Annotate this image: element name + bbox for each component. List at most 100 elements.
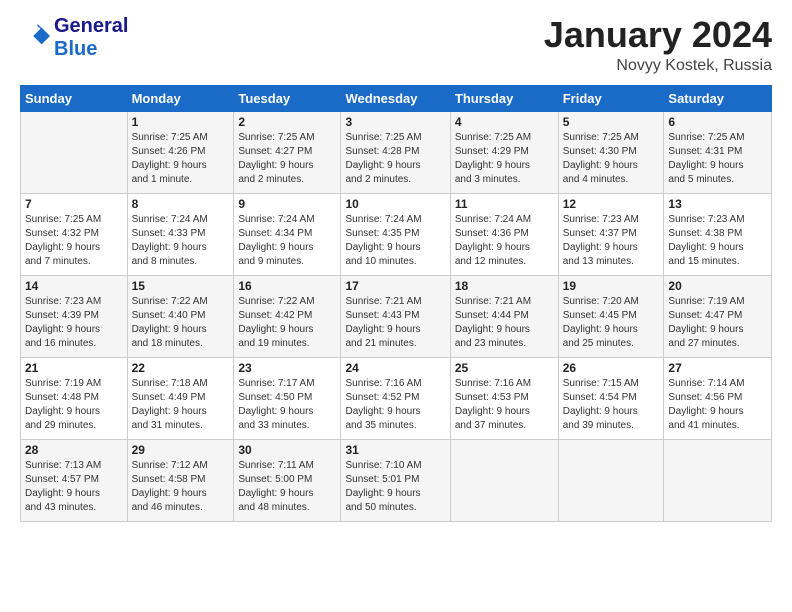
day-cell: 24 Sunrise: 7:16 AM Sunset: 4:52 PM Dayli… — [341, 357, 450, 439]
day-cell: 17 Sunrise: 7:21 AM Sunset: 4:43 PM Dayli… — [341, 275, 450, 357]
day-cell: 29Sunrise: 7:12 AM Sunset: 4:58 PM Dayli… — [127, 439, 234, 521]
day-cell: 31Sunrise: 7:10 AM Sunset: 5:01 PM Dayli… — [341, 439, 450, 521]
day-detail: Sunrise: 7:15 AM Sunset: 4:54 PM Dayligh… — [563, 377, 660, 433]
day-detail: Sunrise: 7:21 AM Sunset: 4:44 PM Dayligh… — [455, 295, 554, 351]
day-detail: Sunrise: 7:14 AM Sunset: 4:56 PM Dayligh… — [668, 377, 767, 433]
title-block: January 2024 Novyy Kostek, Russia — [544, 15, 772, 75]
day-number: 6 — [668, 115, 767, 129]
day-number: 11 — [455, 197, 554, 211]
day-cell: 12 Sunrise: 7:23 AM Sunset: 4:37 PM Dayli… — [558, 193, 664, 275]
day-detail: Sunrise: 7:25 AM Sunset: 4:29 PM Dayligh… — [455, 131, 554, 187]
day-cell: 8 Sunrise: 7:24 AM Sunset: 4:33 PM Daylig… — [127, 193, 234, 275]
header: General Blue January 2024 Novyy Kostek, … — [20, 15, 772, 75]
day-cell: 26 Sunrise: 7:15 AM Sunset: 4:54 PM Dayli… — [558, 357, 664, 439]
day-cell: 27 Sunrise: 7:14 AM Sunset: 4:56 PM Dayli… — [664, 357, 772, 439]
day-cell: 16 Sunrise: 7:22 AM Sunset: 4:42 PM Dayli… — [234, 275, 341, 357]
day-cell: 23 Sunrise: 7:17 AM Sunset: 4:50 PM Dayli… — [234, 357, 341, 439]
day-detail: Sunrise: 7:21 AM Sunset: 4:43 PM Dayligh… — [345, 295, 445, 351]
day-number: 8 — [132, 197, 230, 211]
day-cell: 13 Sunrise: 7:23 AM Sunset: 4:38 PM Dayli… — [664, 193, 772, 275]
col-saturday: Saturday — [664, 85, 772, 111]
day-number: 15 — [132, 279, 230, 293]
day-detail: Sunrise: 7:11 AM Sunset: 5:00 PM Dayligh… — [238, 459, 336, 515]
col-sunday: Sunday — [21, 85, 128, 111]
day-detail: Sunrise: 7:19 AM Sunset: 4:48 PM Dayligh… — [25, 377, 123, 433]
day-number: 13 — [668, 197, 767, 211]
day-cell: 2 Sunrise: 7:25 AM Sunset: 4:27 PM Daylig… — [234, 111, 341, 193]
day-number: 21 — [25, 361, 123, 375]
day-number: 20 — [668, 279, 767, 293]
col-friday: Friday — [558, 85, 664, 111]
logo-blue: Blue — [54, 38, 128, 61]
day-number: 23 — [238, 361, 336, 375]
day-cell: 9 Sunrise: 7:24 AM Sunset: 4:34 PM Daylig… — [234, 193, 341, 275]
day-cell: 5 Sunrise: 7:25 AM Sunset: 4:30 PM Daylig… — [558, 111, 664, 193]
day-number: 30 — [238, 443, 336, 457]
day-number: 31 — [345, 443, 445, 457]
week-row-2: 14Sunrise: 7:23 AM Sunset: 4:39 PM Dayli… — [21, 275, 772, 357]
day-detail: Sunrise: 7:22 AM Sunset: 4:42 PM Dayligh… — [238, 295, 336, 351]
day-number: 5 — [563, 115, 660, 129]
day-number: 7 — [25, 197, 123, 211]
day-cell — [664, 439, 772, 521]
day-cell: 18 Sunrise: 7:21 AM Sunset: 4:44 PM Dayli… — [450, 275, 558, 357]
day-cell: 22 Sunrise: 7:18 AM Sunset: 4:49 PM Dayli… — [127, 357, 234, 439]
calendar-table: Sunday Monday Tuesday Wednesday Thursday… — [20, 85, 772, 522]
day-detail: Sunrise: 7:25 AM Sunset: 4:31 PM Dayligh… — [668, 131, 767, 187]
col-monday: Monday — [127, 85, 234, 111]
day-number: 9 — [238, 197, 336, 211]
day-detail: Sunrise: 7:24 AM Sunset: 4:35 PM Dayligh… — [345, 213, 445, 269]
day-cell: 3Sunrise: 7:25 AM Sunset: 4:28 PM Daylig… — [341, 111, 450, 193]
day-cell: 28 Sunrise: 7:13 AM Sunset: 4:57 PM Dayli… — [21, 439, 128, 521]
day-cell: 11Sunrise: 7:24 AM Sunset: 4:36 PM Dayli… — [450, 193, 558, 275]
calendar-title: January 2024 — [544, 15, 772, 55]
day-cell — [558, 439, 664, 521]
day-cell: 14Sunrise: 7:23 AM Sunset: 4:39 PM Dayli… — [21, 275, 128, 357]
day-detail: Sunrise: 7:17 AM Sunset: 4:50 PM Dayligh… — [238, 377, 336, 433]
day-detail: Sunrise: 7:24 AM Sunset: 4:34 PM Dayligh… — [238, 213, 336, 269]
day-detail: Sunrise: 7:13 AM Sunset: 4:57 PM Dayligh… — [25, 459, 123, 515]
day-cell: 21 Sunrise: 7:19 AM Sunset: 4:48 PM Dayli… — [21, 357, 128, 439]
week-row-0: 1 Sunrise: 7:25 AM Sunset: 4:26 PM Daylig… — [21, 111, 772, 193]
col-tuesday: Tuesday — [234, 85, 341, 111]
day-detail: Sunrise: 7:20 AM Sunset: 4:45 PM Dayligh… — [563, 295, 660, 351]
day-detail: Sunrise: 7:16 AM Sunset: 4:52 PM Dayligh… — [345, 377, 445, 433]
page: General Blue January 2024 Novyy Kostek, … — [0, 0, 792, 612]
day-number: 17 — [345, 279, 445, 293]
day-detail: Sunrise: 7:22 AM Sunset: 4:40 PM Dayligh… — [132, 295, 230, 351]
day-number: 28 — [25, 443, 123, 457]
day-detail: Sunrise: 7:23 AM Sunset: 4:38 PM Dayligh… — [668, 213, 767, 269]
day-number: 18 — [455, 279, 554, 293]
week-row-4: 28 Sunrise: 7:13 AM Sunset: 4:57 PM Dayli… — [21, 439, 772, 521]
day-detail: Sunrise: 7:25 AM Sunset: 4:32 PM Dayligh… — [25, 213, 123, 269]
day-cell — [21, 111, 128, 193]
day-cell: 20 Sunrise: 7:19 AM Sunset: 4:47 PM Dayli… — [664, 275, 772, 357]
day-detail: Sunrise: 7:25 AM Sunset: 4:26 PM Dayligh… — [132, 131, 230, 187]
day-detail: Sunrise: 7:23 AM Sunset: 4:37 PM Dayligh… — [563, 213, 660, 269]
day-number: 14 — [25, 279, 123, 293]
day-number: 2 — [238, 115, 336, 129]
day-detail: Sunrise: 7:19 AM Sunset: 4:47 PM Dayligh… — [668, 295, 767, 351]
day-detail: Sunrise: 7:25 AM Sunset: 4:27 PM Dayligh… — [238, 131, 336, 187]
day-detail: Sunrise: 7:18 AM Sunset: 4:49 PM Dayligh… — [132, 377, 230, 433]
day-number: 27 — [668, 361, 767, 375]
day-cell: 6 Sunrise: 7:25 AM Sunset: 4:31 PM Daylig… — [664, 111, 772, 193]
day-number: 26 — [563, 361, 660, 375]
day-detail: Sunrise: 7:16 AM Sunset: 4:53 PM Dayligh… — [455, 377, 554, 433]
day-number: 22 — [132, 361, 230, 375]
day-cell: 30 Sunrise: 7:11 AM Sunset: 5:00 PM Dayli… — [234, 439, 341, 521]
logo: General Blue — [20, 15, 128, 61]
logo-icon — [22, 22, 50, 50]
day-number: 29 — [132, 443, 230, 457]
day-detail: Sunrise: 7:25 AM Sunset: 4:30 PM Dayligh… — [563, 131, 660, 187]
day-number: 4 — [455, 115, 554, 129]
day-number: 16 — [238, 279, 336, 293]
day-cell: 15 Sunrise: 7:22 AM Sunset: 4:40 PM Dayli… — [127, 275, 234, 357]
day-number: 24 — [345, 361, 445, 375]
day-number: 1 — [132, 115, 230, 129]
day-detail: Sunrise: 7:24 AM Sunset: 4:33 PM Dayligh… — [132, 213, 230, 269]
day-number: 12 — [563, 197, 660, 211]
day-cell: 25Sunrise: 7:16 AM Sunset: 4:53 PM Dayli… — [450, 357, 558, 439]
header-row: Sunday Monday Tuesday Wednesday Thursday… — [21, 85, 772, 111]
day-cell: 1 Sunrise: 7:25 AM Sunset: 4:26 PM Daylig… — [127, 111, 234, 193]
